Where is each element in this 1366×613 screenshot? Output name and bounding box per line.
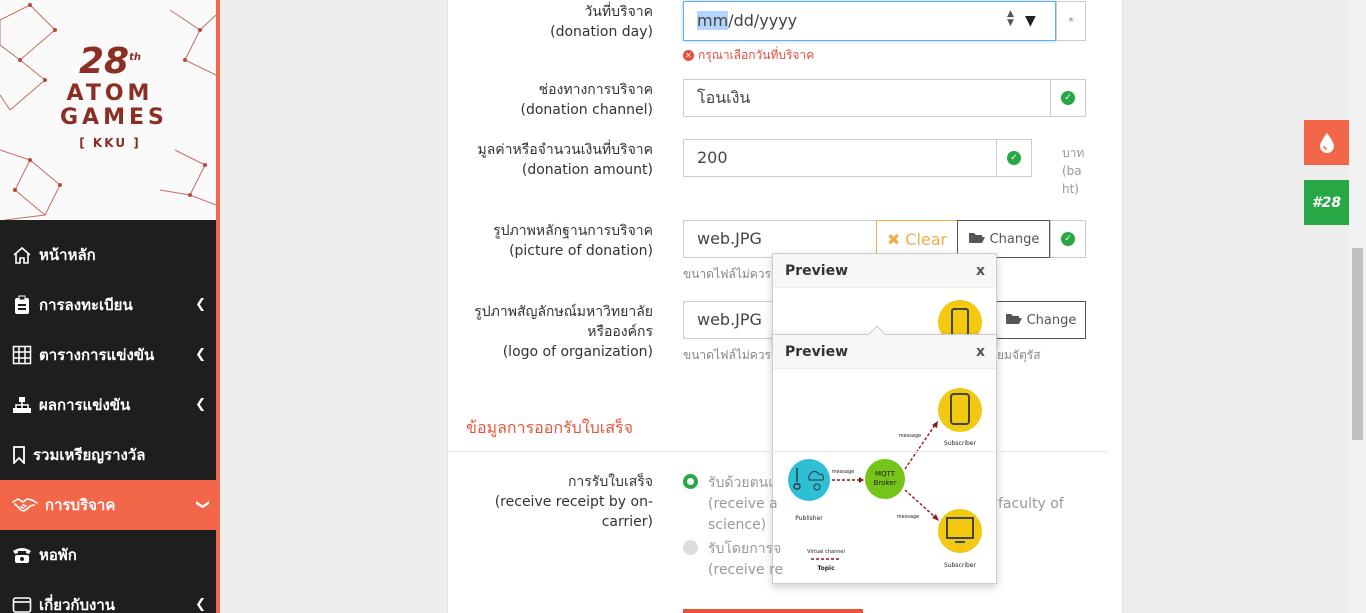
date-month-segment[interactable]: mm [697, 11, 729, 30]
submit-button-edge[interactable] [683, 609, 863, 613]
sidebar-item-label: การลงทะเบียน [39, 296, 133, 314]
logo-suffix: th [129, 52, 141, 63]
date-dropdown-icon[interactable]: ▼ [1025, 2, 1036, 40]
section-divider [448, 451, 1108, 452]
sidebar-item-dormitory[interactable]: หอพัก [0, 530, 216, 580]
receipt-option-self-label-suffix: faculty of [998, 496, 1064, 512]
date-spinner-icon[interactable]: ▲ ▼ [1007, 10, 1014, 28]
valid-check-icon: ✓ [996, 139, 1032, 177]
handshake-icon [11, 494, 39, 516]
sidebar-item-label: หอพัก [39, 546, 77, 564]
blood-donation-button[interactable] [1304, 120, 1349, 165]
topic-label: Topic [817, 565, 835, 572]
required-mark: * [1056, 1, 1086, 41]
folder-open-icon [968, 231, 985, 248]
popover-close-button[interactable]: x [976, 254, 985, 288]
error-text: กรุณาเลือกวันที่บริจาค [698, 48, 815, 62]
drop-icon [1319, 132, 1334, 153]
sidebar-item-label: เกี่ยวกับงาน [39, 596, 116, 613]
sidebar-item-label: การบริจาค [45, 496, 116, 514]
sidebar-item-label: ตารางการแข่งขัน [39, 346, 155, 364]
message-label-a: message [832, 469, 854, 475]
valid-check-icon: ✓ [1050, 220, 1086, 258]
preview-popover-logo: Preview x Publisher MQTT Broker message … [772, 325, 997, 584]
home-icon [11, 244, 33, 266]
popover-title: Preview [785, 263, 849, 279]
logo-line2: GAMES [60, 105, 168, 130]
folder-open-icon [1005, 312, 1022, 329]
receive-receipt-label: การรับใบเสร็จ (receive receipt by on- ca… [494, 474, 653, 530]
receipt-option-mail-radio[interactable] [683, 540, 698, 555]
sidebar-item-schedule[interactable]: ตารางการแข่งขัน ❮ [0, 330, 216, 380]
sidebar-item-label: รวมเหรียญรางวัล [33, 446, 146, 464]
donation-amount-field[interactable]: 200 [683, 139, 997, 177]
atom-games-logo[interactable]: 28th ATOM GAMES [ KKU ] [0, 0, 216, 220]
publisher-label: Publisher [795, 515, 823, 522]
donation-day-label: วันที่บริจาค (donation day) [550, 4, 653, 40]
sidebar: 28th ATOM GAMES [ KKU ] หน้าหลัก การลงทะ… [0, 0, 220, 613]
donation-channel-field[interactable]: โอนเงิน [683, 79, 1051, 117]
message-label-b: message [899, 433, 921, 439]
logo-filename: web.JPG [683, 301, 783, 339]
sidebar-item-donation[interactable]: การบริจาค ❮ [0, 480, 216, 530]
amount-unit: บาท (ba ht) [1062, 146, 1085, 196]
message-label-c: message [897, 514, 919, 520]
logo-of-organization-label: รูปภาพสัญลักษณ์มหาวิทยาลัย หรือองค์กร (l… [474, 304, 653, 360]
window-icon [11, 594, 33, 613]
sidebar-item-results[interactable]: ผลการแข่งขัน ❮ [0, 380, 216, 430]
logo-number: 28 [78, 41, 130, 82]
sidebar-item-label: หน้าหลัก [39, 246, 96, 264]
chevron-left-icon: ❮ [195, 297, 206, 312]
virtual-channel-label: Virtual channel [807, 549, 845, 555]
sidebar-item-home[interactable]: หน้าหลัก [0, 230, 216, 280]
logo-change-button[interactable]: Change [995, 301, 1086, 339]
sitemap-icon [11, 394, 33, 416]
popover-header: Preview x [773, 254, 996, 288]
preview-popover-donation: Preview x [772, 253, 997, 344]
donation-date-input[interactable]: mm/dd/yyyy ▲ ▼ ▼ [683, 1, 1056, 41]
logo-file-size-hint: ขนาดไฟล์ไม่ควรเ [683, 348, 776, 362]
register-icon [11, 294, 33, 316]
games-badge-button[interactable]: #28 [1304, 180, 1349, 225]
sidebar-item-about[interactable]: เกี่ยวกับงาน ❮ [0, 580, 216, 613]
sidebar-accent-edge [216, 0, 220, 613]
picture-of-donation-label: รูปภาพหลักฐานการบริจาค (picture of donat… [493, 223, 653, 259]
logo-badge: [ KKU ] [79, 136, 141, 150]
donation-amount-label: มูลค่าหรือจำนวนเงินที่บริจาค (donation a… [477, 142, 653, 178]
picture-file-size-hint: ขนาดไฟล์ไม่ควรเ [683, 267, 776, 281]
donation-channel-label: ช่องทางการบริจาค (donation channel) [520, 82, 654, 118]
broker-label-1: MQTT [875, 470, 896, 478]
chevron-left-icon: ❮ [195, 397, 206, 412]
bookmark-icon [11, 444, 27, 466]
popover-title: Preview [785, 344, 849, 360]
table-icon [11, 344, 33, 366]
date-placeholder-rest: /dd/yyyy [728, 11, 798, 30]
sidebar-item-registration[interactable]: การลงทะเบียน ❮ [0, 280, 216, 330]
mqtt-diagram-preview: Publisher MQTT Broker message message me… [788, 388, 982, 572]
donation-day-error: ✕ กรุณาเลือกวันที่บริจาค [683, 46, 814, 65]
receipt-option-self-radio[interactable] [683, 474, 698, 489]
chevron-down-icon: ❮ [195, 499, 211, 510]
chevron-left-icon: ❮ [195, 347, 206, 362]
logo-wordmark: 28th ATOM GAMES [ KKU ] [60, 38, 168, 151]
popover-header: Preview x [773, 335, 996, 369]
close-icon: ✖ [886, 229, 901, 249]
chevron-left-icon: ❮ [195, 597, 206, 612]
sidebar-menu: หน้าหลัก การลงทะเบียน ❮ ตารางการแข่งขัน … [0, 230, 216, 613]
subscriber-bottom-label: Subscriber [944, 562, 976, 569]
error-icon: ✕ [683, 50, 694, 61]
receipt-option-mail-label: รับโดยการจ (receive re [708, 541, 784, 578]
broker-label-2: Broker [874, 479, 897, 487]
phone-icon [11, 544, 33, 566]
logo-size-hint-suffix: ยมจัตุรัส [997, 348, 1041, 362]
receipt-option-self-label: รับด้วยตนเ (receive a science) [708, 475, 778, 533]
valid-check-icon: ✓ [1050, 79, 1086, 117]
page-scrollbar-thumb[interactable] [1352, 248, 1363, 440]
sidebar-item-label: ผลการแข่งขัน [39, 396, 131, 414]
receipt-section-title: ข้อมูลการออกรับใบเสร็จ [466, 418, 633, 437]
logo-line1: ATOM [66, 81, 154, 106]
sidebar-item-medals[interactable]: รวมเหรียญรางวัล [0, 430, 216, 480]
subscriber-top-label: Subscriber [944, 440, 976, 447]
popover-close-button[interactable]: x [976, 335, 985, 369]
